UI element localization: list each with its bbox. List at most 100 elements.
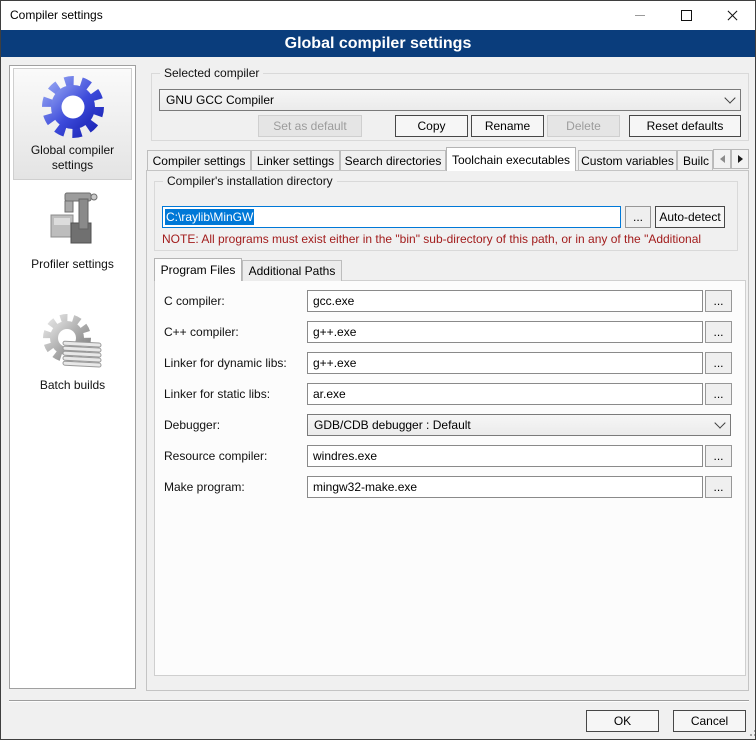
button-label: Rename <box>485 119 530 133</box>
subtab-label: Program Files <box>161 263 236 277</box>
field-row-make-program: Make program: mingw32-make.exe ... <box>155 476 745 498</box>
field-row-cpp-compiler: C++ compiler: g++.exe ... <box>155 321 745 343</box>
field-label: Resource compiler: <box>164 445 267 467</box>
tab-custom-variables[interactable]: Custom variables <box>578 150 677 170</box>
sidebar-item-global-compiler-settings[interactable]: Global compiler settings <box>13 68 132 180</box>
tab-toolchain-executables[interactable]: Toolchain executables <box>446 147 576 171</box>
button-label: Set as default <box>273 119 346 133</box>
tab-compiler-settings[interactable]: Compiler settings <box>147 150 251 170</box>
cancel-button[interactable]: Cancel <box>673 710 746 732</box>
browse-linker-static-button[interactable]: ... <box>705 383 732 405</box>
field-label: Linker for dynamic libs: <box>164 352 287 374</box>
linker-static-input[interactable]: ar.exe <box>307 383 703 405</box>
button-label: ... <box>713 387 723 401</box>
copy-button[interactable]: Copy <box>395 115 468 137</box>
tab-build-options-clipped[interactable]: Builc <box>677 150 713 170</box>
button-label: ... <box>713 294 723 308</box>
button-label: OK <box>614 714 631 728</box>
title-bar: Compiler settings <box>1 1 755 30</box>
subtab-program-files[interactable]: Program Files <box>154 258 242 281</box>
tab-scroll-left-button[interactable] <box>713 149 731 169</box>
browse-linker-dynamic-button[interactable]: ... <box>705 352 732 374</box>
banner-title: Global compiler settings <box>285 35 472 53</box>
ok-button[interactable]: OK <box>586 710 659 732</box>
browse-c-compiler-button[interactable]: ... <box>705 290 732 312</box>
button-label: Auto-detect <box>659 210 720 224</box>
debugger-value: GDB/CDB debugger : Default <box>314 418 716 432</box>
chevron-down-icon <box>714 417 725 428</box>
button-label: Reset defaults <box>647 119 724 133</box>
resource-compiler-input[interactable]: windres.exe <box>307 445 703 467</box>
minimize-icon <box>635 15 645 16</box>
dialog-banner: Global compiler settings <box>1 30 755 57</box>
sidebar-item-profiler-settings[interactable]: Profiler settings <box>13 182 132 279</box>
field-value: g++.exe <box>313 325 356 339</box>
field-label: C++ compiler: <box>164 321 239 343</box>
button-label: Copy <box>417 119 445 133</box>
arrow-left-icon <box>720 155 725 163</box>
c-compiler-input[interactable]: gcc.exe <box>307 290 703 312</box>
reset-defaults-button[interactable]: Reset defaults <box>629 115 741 137</box>
browse-resource-compiler-button[interactable]: ... <box>705 445 732 467</box>
program-files-panel: C compiler: gcc.exe ... C++ compiler: g+… <box>154 280 746 676</box>
field-value: ar.exe <box>313 387 346 401</box>
browse-directory-button[interactable]: ... <box>625 206 651 228</box>
tab-label: Linker settings <box>257 154 334 168</box>
field-value: windres.exe <box>313 449 377 463</box>
field-value: g++.exe <box>313 356 356 370</box>
field-label: Debugger: <box>164 414 220 436</box>
tab-label: Search directories <box>345 154 442 168</box>
delete-button[interactable]: Delete <box>547 115 620 137</box>
field-row-linker-dynamic: Linker for dynamic libs: g++.exe ... <box>155 352 745 374</box>
tab-search-directories[interactable]: Search directories <box>340 150 446 170</box>
sidebar-item-label: Batch builds <box>14 378 131 393</box>
cpp-compiler-input[interactable]: g++.exe <box>307 321 703 343</box>
resize-grip[interactable] <box>750 734 752 736</box>
linker-dynamic-input[interactable]: g++.exe <box>307 352 703 374</box>
field-row-linker-static: Linker for static libs: ar.exe ... <box>155 383 745 405</box>
tab-label: Compiler settings <box>153 154 246 168</box>
minimize-button[interactable] <box>617 1 663 30</box>
button-label: ... <box>713 325 723 339</box>
field-value: gcc.exe <box>313 294 354 308</box>
tab-linker-settings[interactable]: Linker settings <box>251 150 340 170</box>
field-label: C compiler: <box>164 290 225 312</box>
tab-label: Custom variables <box>581 154 674 168</box>
selected-path-text: C:\raylib\MinGW <box>165 209 254 225</box>
auto-detect-button[interactable]: Auto-detect <box>655 206 725 228</box>
browse-cpp-compiler-button[interactable]: ... <box>705 321 732 343</box>
field-label: Make program: <box>164 476 245 498</box>
make-program-input[interactable]: mingw32-make.exe <box>307 476 703 498</box>
button-label: Cancel <box>691 714 728 728</box>
bin-subdirectory-note: NOTE: All programs must exist either in … <box>162 232 718 246</box>
maximize-button[interactable] <box>663 1 709 30</box>
button-label: Delete <box>566 119 601 133</box>
debugger-combobox[interactable]: GDB/CDB debugger : Default <box>307 414 731 436</box>
subtab-additional-paths[interactable]: Additional Paths <box>242 260 342 281</box>
footer-divider <box>9 700 749 702</box>
field-row-c-compiler: C compiler: gcc.exe ... <box>155 290 745 312</box>
chevron-down-icon <box>724 92 735 103</box>
maximize-icon <box>681 10 692 21</box>
close-icon <box>726 9 739 22</box>
tab-scroll-right-button[interactable] <box>731 149 749 169</box>
subtab-label: Additional Paths <box>249 264 336 278</box>
close-button[interactable] <box>709 1 755 30</box>
browse-make-program-button[interactable]: ... <box>705 476 732 498</box>
tab-label: Toolchain executables <box>452 153 570 167</box>
selected-compiler-value: GNU GCC Compiler <box>166 93 726 107</box>
compiler-settings-dialog: Compiler settings Global compiler settin… <box>0 0 756 740</box>
field-row-resource-compiler: Resource compiler: windres.exe ... <box>155 445 745 467</box>
set-as-default-button[interactable]: Set as default <box>258 115 362 137</box>
selected-compiler-combobox[interactable]: GNU GCC Compiler <box>159 89 741 111</box>
installation-directory-input[interactable]: C:\raylib\MinGW <box>162 206 621 228</box>
window-title: Compiler settings <box>10 1 103 30</box>
settings-category-list: Global compiler settings Profiler settin… <box>9 65 136 689</box>
rename-button[interactable]: Rename <box>471 115 544 137</box>
sidebar-item-batch-builds[interactable]: Batch builds <box>13 303 132 400</box>
button-label: ... <box>713 449 723 463</box>
button-label: ... <box>713 480 723 494</box>
sidebar-item-label: Global compiler settings <box>14 143 131 173</box>
gray-gear-stack-icon <box>41 310 105 374</box>
sidebar-item-label: Profiler settings <box>14 257 131 272</box>
